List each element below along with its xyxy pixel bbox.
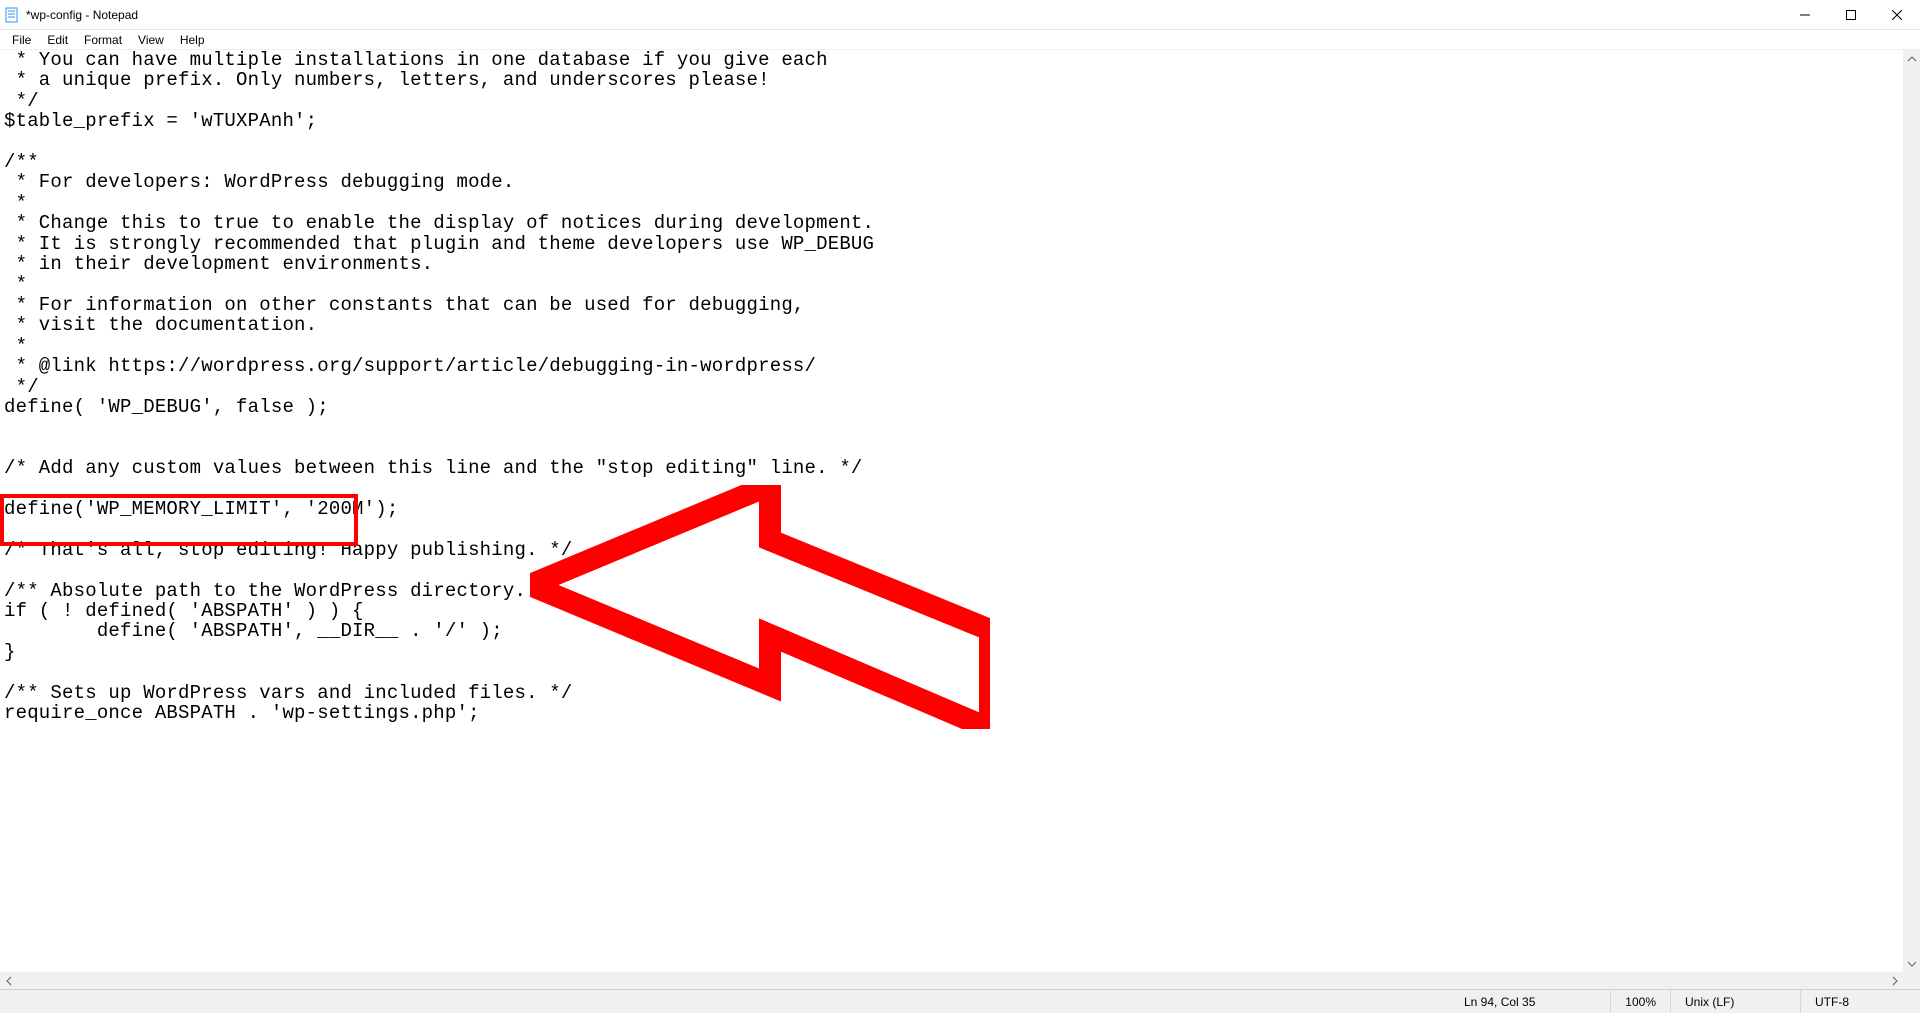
code-line[interactable]: * You can have multiple installations in… <box>4 50 828 71</box>
code-line[interactable]: define( 'WP_DEBUG', false ); <box>4 396 329 418</box>
code-line[interactable]: * visit the documentation. <box>4 314 317 336</box>
close-button[interactable] <box>1874 0 1920 29</box>
code-line[interactable]: /* Add any custom values between this li… <box>4 457 863 479</box>
editor-content[interactable]: * You can have multiple installations in… <box>0 50 1903 723</box>
status-line-ending: Unix (LF) <box>1670 990 1800 1013</box>
code-line[interactable]: * <box>4 273 27 295</box>
scroll-down-icon[interactable] <box>1903 955 1920 972</box>
code-line[interactable]: define('WP_MEMORY_LIMIT', '200M'); <box>4 498 398 520</box>
code-line[interactable]: define( 'ABSPATH', __DIR__ . '/' ); <box>4 620 503 642</box>
code-line[interactable]: $table_prefix = 'wTUXPAnh'; <box>4 110 317 132</box>
code-line[interactable]: */ <box>4 90 39 112</box>
scroll-up-icon[interactable] <box>1903 50 1920 67</box>
menu-format[interactable]: Format <box>76 31 130 49</box>
text-editor[interactable]: * You can have multiple installations in… <box>0 50 1903 972</box>
code-line[interactable]: * For developers: WordPress debugging mo… <box>4 171 514 193</box>
window-controls <box>1782 0 1920 29</box>
code-line[interactable]: /** Sets up WordPress vars and included … <box>4 682 573 704</box>
code-line[interactable]: } <box>4 641 16 663</box>
maximize-button[interactable] <box>1828 0 1874 29</box>
code-line[interactable]: * Change this to true to enable the disp… <box>4 212 874 234</box>
code-line[interactable]: /* That's all, stop editing! Happy publi… <box>4 539 573 561</box>
notepad-icon <box>4 7 20 23</box>
code-line[interactable]: if ( ! defined( 'ABSPATH' ) ) { <box>4 600 364 622</box>
code-line[interactable]: */ <box>4 376 39 398</box>
titlebar: *wp-config - Notepad <box>0 0 1920 30</box>
statusbar: Ln 94, Col 35 100% Unix (LF) UTF-8 <box>0 989 1920 1013</box>
menubar: File Edit Format View Help <box>0 30 1920 50</box>
code-line[interactable]: * It is strongly recommended that plugin… <box>4 233 874 255</box>
code-line[interactable]: * For information on other constants tha… <box>4 294 805 316</box>
code-line[interactable]: /** <box>4 151 39 173</box>
code-line[interactable]: * <box>4 192 27 214</box>
menu-view[interactable]: View <box>130 31 172 49</box>
code-line[interactable]: /** Absolute path to the WordPress direc… <box>4 580 561 602</box>
horizontal-scroll-track[interactable] <box>17 972 1886 989</box>
menu-file[interactable]: File <box>4 31 39 49</box>
code-line[interactable]: * @link https://wordpress.org/support/ar… <box>4 355 816 377</box>
window-title: *wp-config - Notepad <box>26 8 138 22</box>
status-encoding: UTF-8 <box>1800 990 1920 1013</box>
code-line[interactable]: * in their development environments. <box>4 253 433 275</box>
menu-help[interactable]: Help <box>172 31 213 49</box>
horizontal-scrollbar[interactable] <box>0 972 1903 989</box>
vertical-scrollbar[interactable] <box>1903 50 1920 972</box>
scroll-left-icon[interactable] <box>0 972 17 989</box>
menu-edit[interactable]: Edit <box>39 31 76 49</box>
scroll-corner <box>1903 972 1920 989</box>
code-line[interactable]: * <box>4 335 27 357</box>
code-line[interactable]: * a unique prefix. Only numbers, letters… <box>4 69 770 91</box>
code-line[interactable]: require_once ABSPATH . 'wp-settings.php'… <box>4 702 480 724</box>
editor-area: * You can have multiple installations in… <box>0 50 1920 989</box>
status-zoom: 100% <box>1610 990 1670 1013</box>
minimize-button[interactable] <box>1782 0 1828 29</box>
vertical-scroll-track[interactable] <box>1903 67 1920 955</box>
scroll-right-icon[interactable] <box>1886 972 1903 989</box>
status-caret-position: Ln 94, Col 35 <box>1450 990 1610 1013</box>
